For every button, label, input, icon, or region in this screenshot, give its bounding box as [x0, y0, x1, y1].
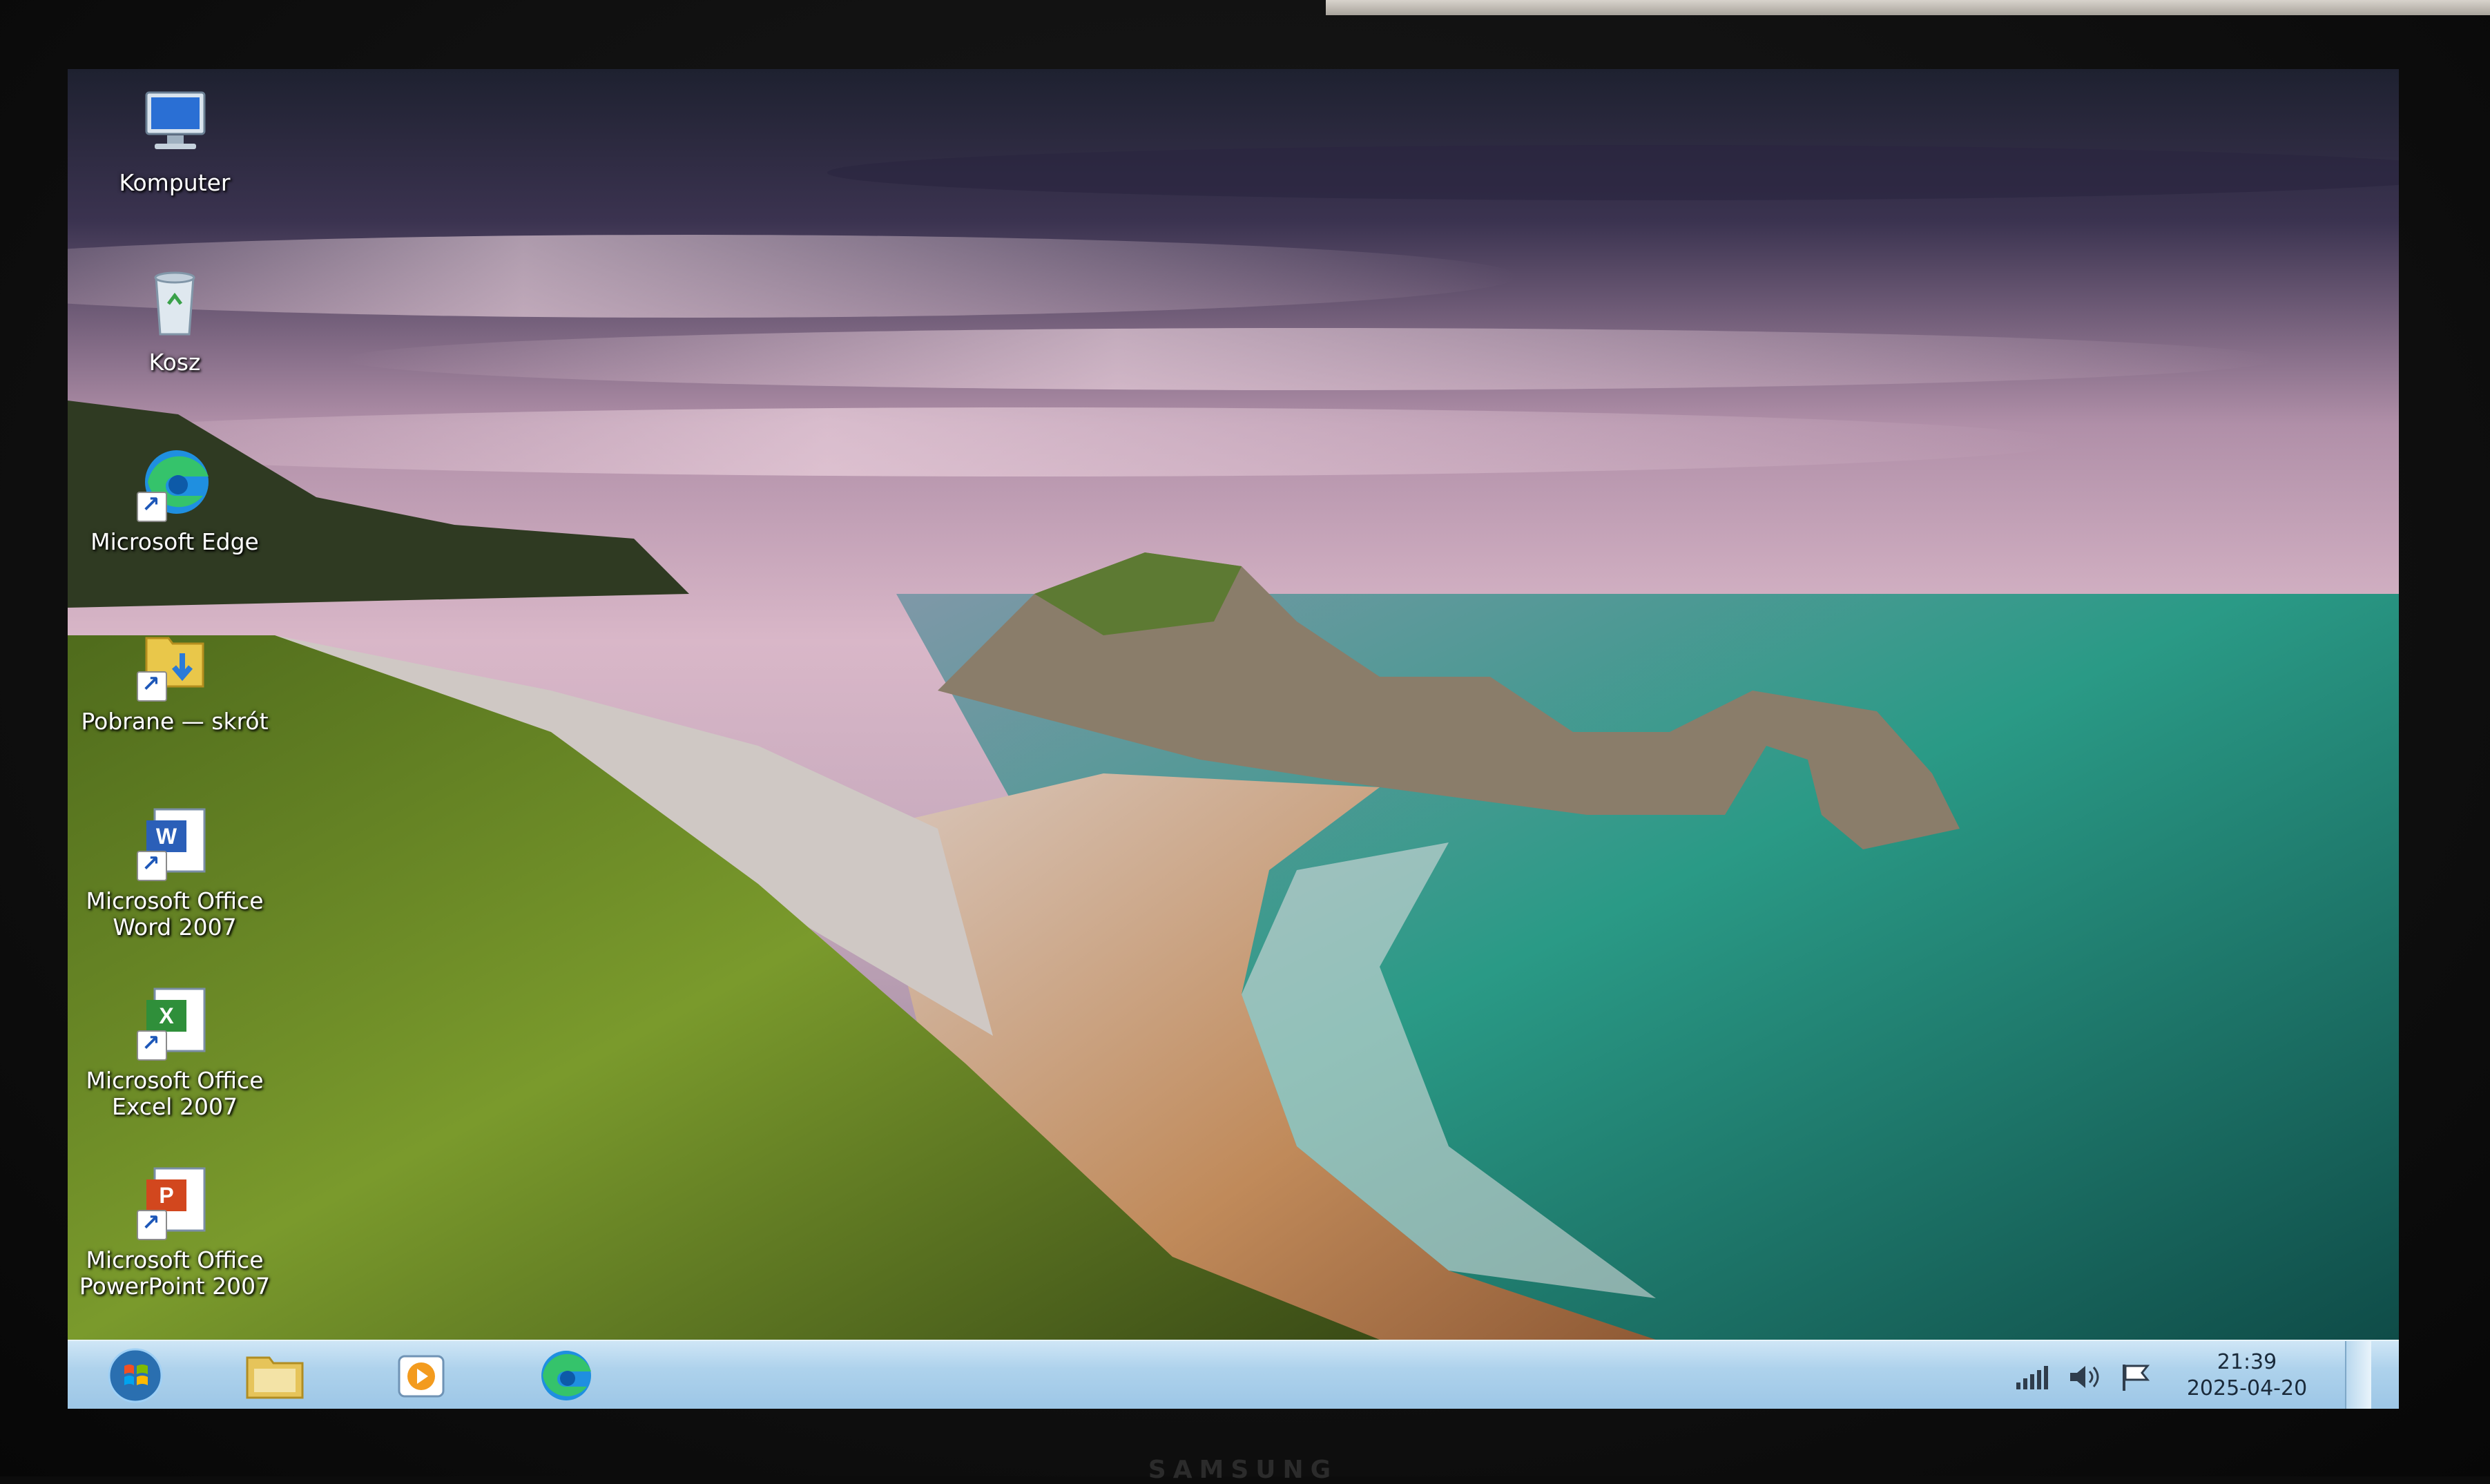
desktop-icon-recycle-bin[interactable]: Kosz — [68, 262, 289, 376]
taskbar-edge-button[interactable] — [517, 1345, 613, 1406]
desktop-icon-label: Microsoft Office Word 2007 — [86, 887, 264, 941]
desktop-icon-label: Kosz — [148, 349, 201, 376]
desktop-icon-label: Microsoft Office PowerPoint 2007 — [79, 1246, 271, 1300]
action-center-flag-icon[interactable] — [2117, 1362, 2156, 1392]
wall-background — [1326, 0, 2490, 15]
desktop-icon-label: Microsoft Edge — [90, 528, 259, 555]
svg-text:X: X — [159, 1003, 174, 1028]
desktop-icon-label: Komputer — [119, 169, 231, 196]
desktop-icon-powerpoint-2007[interactable]: P Microsoft Office PowerPoint 2007 — [68, 1160, 289, 1300]
word-icon: W — [134, 801, 215, 883]
windows-start-icon — [108, 1348, 163, 1403]
clock-time: 21:39 — [2217, 1350, 2277, 1374]
desktop-icon-excel-2007[interactable]: X Microsoft Office Excel 2007 — [68, 981, 289, 1120]
svg-text:P: P — [159, 1183, 173, 1208]
taskbar-clock[interactable]: 21:39 2025-04-20 — [2178, 1349, 2316, 1402]
desktop-icon-label: Pobrane — skrót — [81, 708, 269, 735]
volume-icon[interactable] — [2065, 1362, 2103, 1392]
desktop-icon-edge[interactable]: Microsoft Edge — [68, 442, 289, 555]
excel-icon: X — [134, 981, 215, 1062]
media-player-icon — [398, 1355, 445, 1398]
desktop-icon-downloads-shortcut[interactable]: Pobrane — skrót — [68, 621, 289, 735]
computer-icon — [134, 83, 215, 164]
desktop-wallpaper — [68, 69, 2399, 1340]
recycle-bin-icon — [134, 262, 215, 344]
desktop-screen: Komputer Kosz Microsoft Edge — [68, 69, 2399, 1409]
network-signal-icon[interactable] — [2012, 1362, 2051, 1392]
start-button[interactable] — [94, 1347, 177, 1405]
shortcut-arrow-icon — [137, 850, 167, 881]
downloads-folder-icon — [134, 621, 215, 703]
shortcut-arrow-icon — [137, 1209, 167, 1240]
taskbar-explorer-button[interactable] — [226, 1345, 323, 1406]
system-tray: 21:39 2025-04-20 — [2012, 1341, 2371, 1409]
edge-icon — [541, 1351, 591, 1400]
show-desktop-button[interactable] — [2345, 1341, 2371, 1409]
svg-text:W: W — [156, 824, 177, 849]
shortcut-arrow-icon — [137, 1030, 167, 1061]
edge-icon — [134, 442, 215, 523]
desktop-icon-computer[interactable]: Komputer — [68, 83, 289, 196]
explorer-folder-icon — [246, 1356, 304, 1399]
shortcut-arrow-icon — [137, 671, 167, 702]
desktop-icon-word-2007[interactable]: W Microsoft Office Word 2007 — [68, 801, 289, 941]
powerpoint-icon: P — [134, 1160, 215, 1242]
clock-date: 2025-04-20 — [2186, 1376, 2308, 1400]
monitor-brand: SAMSUNG — [1148, 1456, 1338, 1484]
taskbar-media-player-button[interactable] — [371, 1345, 468, 1406]
shortcut-arrow-icon — [137, 491, 167, 522]
taskbar: 21:39 2025-04-20 — [68, 1340, 2399, 1409]
desktop-icon-label: Microsoft Office Excel 2007 — [86, 1067, 264, 1120]
